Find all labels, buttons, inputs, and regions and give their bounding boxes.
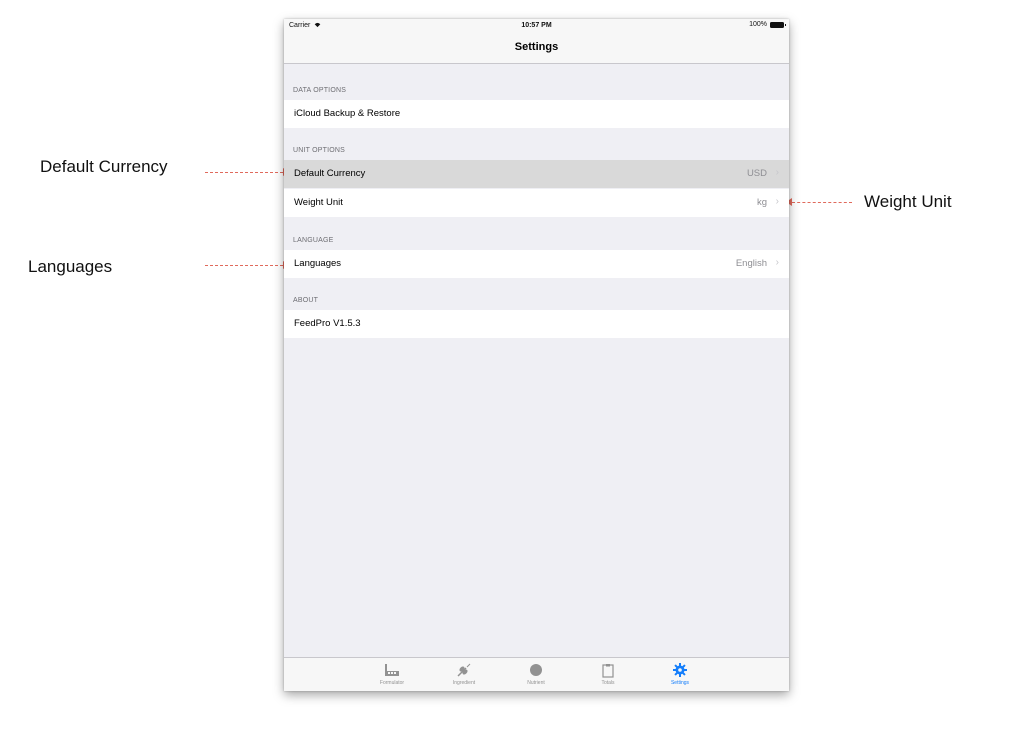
- status-time: 10:57 PM: [521, 22, 552, 29]
- row-label: FeedPro V1.5.3: [294, 318, 361, 329]
- row-value: kg: [756, 197, 767, 208]
- gear-icon: [650, 661, 710, 679]
- battery-icon: [770, 21, 786, 28]
- annotation-default-currency: Default Currency: [40, 157, 168, 176]
- section-header-unit-options: UNIT OPTIONS: [293, 147, 346, 154]
- annotation-languages: Languages: [28, 257, 113, 276]
- page-title: Settings: [514, 41, 559, 53]
- tab-bar: Formulator Ingredient Nutrient Totals Se…: [284, 657, 789, 691]
- battery-indicator: 100%: [749, 21, 786, 28]
- section-header-about: ABOUT: [293, 297, 319, 304]
- clipboard-icon: [578, 661, 638, 679]
- row-value: English: [735, 258, 767, 269]
- row-languages[interactable]: Languages English ›: [284, 250, 789, 278]
- battery-percent: 100%: [749, 21, 767, 28]
- tab-label: Ingredient: [452, 680, 476, 686]
- circle-icon: [506, 661, 566, 679]
- tab-ingredient[interactable]: Ingredient: [434, 661, 494, 686]
- row-weight-unit[interactable]: Weight Unit kg ›: [284, 189, 789, 217]
- chevron-right-icon: ›: [775, 257, 779, 268]
- wheat-icon: [434, 661, 494, 679]
- navigation-bar: Settings: [284, 33, 789, 64]
- tab-label: Formulator: [379, 680, 405, 686]
- chevron-right-icon: ›: [775, 167, 779, 178]
- arrow-languages: [205, 265, 283, 266]
- tab-settings[interactable]: Settings: [650, 661, 710, 686]
- tab-label: Nutrient: [527, 680, 545, 686]
- annotation-weight-unit: Weight Unit: [864, 192, 952, 211]
- row-label: Languages: [294, 258, 342, 269]
- status-bar: Carrier 10:57 PM 100%: [284, 19, 789, 33]
- chevron-right-icon: ›: [775, 196, 779, 207]
- row-app-version[interactable]: FeedPro V1.5.3: [284, 310, 789, 338]
- row-default-currency[interactable]: Default Currency USD ›: [284, 160, 789, 188]
- device-screen: Carrier 10:57 PM 100% Settings DATA OPTI…: [284, 19, 789, 691]
- row-label: Default Currency: [294, 168, 366, 179]
- row-icloud-backup[interactable]: iCloud Backup & Restore: [284, 100, 789, 128]
- section-header-data-options: DATA OPTIONS: [293, 87, 347, 94]
- tab-label: Totals: [601, 680, 615, 686]
- tab-formulator[interactable]: Formulator: [362, 661, 422, 686]
- tab-nutrient[interactable]: Nutrient: [506, 661, 566, 686]
- row-label: iCloud Backup & Restore: [294, 108, 401, 119]
- factory-icon: [362, 661, 422, 679]
- arrow-weight-unit: [792, 202, 852, 203]
- row-value: USD: [746, 168, 767, 179]
- section-header-language: LANGUAGE: [293, 237, 334, 244]
- tab-totals[interactable]: Totals: [578, 661, 638, 686]
- tab-label: Settings: [670, 680, 690, 686]
- arrow-default-currency: [205, 172, 283, 173]
- row-label: Weight Unit: [294, 197, 343, 208]
